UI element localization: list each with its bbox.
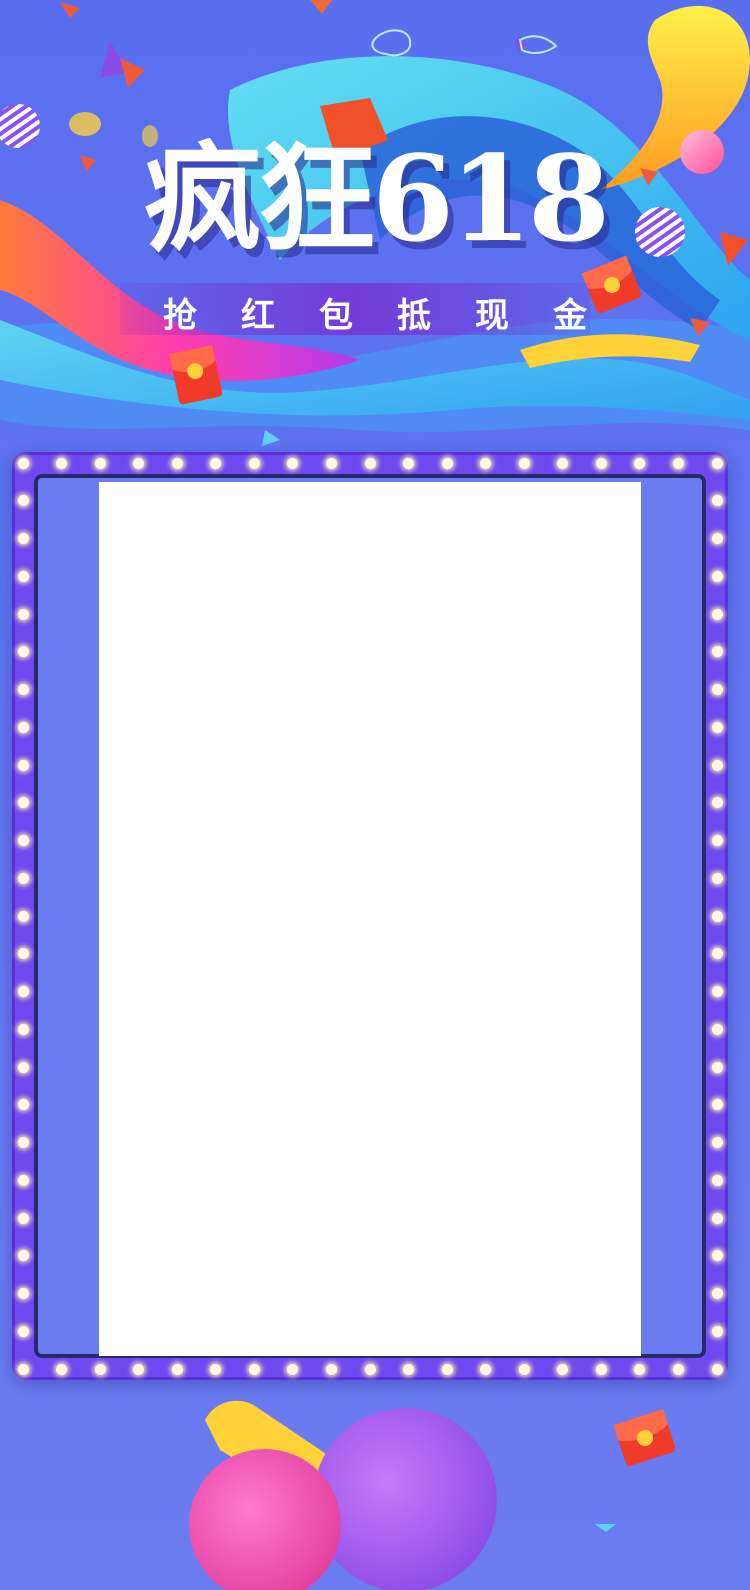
- marquee-bulb: [711, 1288, 723, 1299]
- marquee-bulb: [711, 872, 723, 884]
- marquee-bulb: [17, 533, 29, 544]
- marquee-bulb: [17, 1363, 29, 1375]
- marquee-bulb: [210, 457, 222, 469]
- marquee-bulb: [17, 835, 29, 846]
- marquee-bulb: [711, 570, 723, 582]
- marquee-bulb: [480, 1363, 492, 1375]
- marquee-bulb: [17, 759, 29, 771]
- marquee-bulb: [634, 457, 646, 469]
- marquee-bulb: [711, 1137, 723, 1148]
- marquee-bulb: [171, 1363, 183, 1375]
- marquee-bulb: [56, 1363, 68, 1375]
- marquee-bulb: [711, 646, 723, 658]
- marquee-bulb: [56, 457, 68, 469]
- marquee-bulb: [711, 533, 723, 544]
- marquee-bulb: [17, 495, 29, 507]
- marquee-bulb: [325, 457, 337, 469]
- marquee-bulb: [711, 1174, 723, 1186]
- marquee-bulb: [403, 1363, 415, 1375]
- marquee-bulb: [94, 457, 106, 469]
- marquee-bulb: [711, 910, 723, 922]
- marquee-bulb: [17, 1250, 29, 1262]
- marquee-bulb: [17, 1061, 29, 1073]
- marquee-bulb: [17, 986, 29, 997]
- marquee-bulb: [672, 1363, 684, 1375]
- marquee-bulb: [711, 835, 723, 846]
- marquee-bulb: [672, 457, 684, 469]
- marquee-bulb: [248, 1363, 260, 1375]
- marquee-bulb: [17, 910, 29, 922]
- marquee-bulb: [287, 457, 299, 469]
- marquee-bulb: [17, 1174, 29, 1186]
- marquee-bulb: [17, 1212, 29, 1224]
- marquee-bulb: [711, 1250, 723, 1262]
- marquee-bulb: [518, 457, 530, 469]
- marquee-bulb: [711, 1325, 723, 1337]
- marquee-bulb: [17, 684, 29, 695]
- page-subtitle: 抢红包抵现金: [163, 296, 631, 336]
- marquee-bulb: [557, 457, 569, 469]
- marquee-bulb: [711, 948, 723, 960]
- marquee-bulb: [325, 1363, 337, 1375]
- marquee-bulb: [711, 457, 723, 469]
- marquee-bulb: [248, 457, 260, 469]
- marquee-bulb: [133, 1363, 145, 1375]
- marquee-bulb: [711, 797, 723, 809]
- marquee-bulb: [711, 1099, 723, 1111]
- marquee-bulb: [17, 608, 29, 620]
- marquee-bulb: [17, 1137, 29, 1148]
- marquee-bulb: [711, 495, 723, 507]
- marquee-bulb: [711, 759, 723, 771]
- marquee-bulb: [17, 1288, 29, 1299]
- marquee-bulb: [17, 797, 29, 809]
- marquee-bulb: [17, 721, 29, 733]
- marquee-bulb: [711, 1061, 723, 1073]
- marquee-bulb: [17, 1325, 29, 1337]
- marquee-bulb: [711, 684, 723, 695]
- marquee-bulb: [94, 1363, 106, 1375]
- marquee-bulb: [287, 1363, 299, 1375]
- marquee-bulb: [711, 721, 723, 733]
- marquee-bulb: [711, 608, 723, 620]
- marquee-bulb: [17, 948, 29, 960]
- marquee-bulb: [403, 457, 415, 469]
- marquee-bulb: [711, 1023, 723, 1035]
- marquee-bulb: [441, 1363, 453, 1375]
- marquee-bulb: [711, 1212, 723, 1224]
- marquee-bulb: [133, 457, 145, 469]
- marquee-bulb: [518, 1363, 530, 1375]
- content-card: [99, 482, 641, 1356]
- marquee-bulb: [210, 1363, 222, 1375]
- marquee-bulb: [17, 872, 29, 884]
- marquee-bulb: [17, 1023, 29, 1035]
- page-title: 疯狂618: [143, 129, 610, 268]
- marquee-bulb: [17, 1099, 29, 1111]
- marquee-bulb: [441, 457, 453, 469]
- marquee-bulb: [557, 1363, 569, 1375]
- marquee-bulb: [480, 457, 492, 469]
- hero-banner: 疯狂618 抢红包抵现金: [0, 0, 750, 460]
- marquee-bulb: [711, 1363, 723, 1375]
- marquee-bulb: [17, 570, 29, 582]
- marquee-bulb: [634, 1363, 646, 1375]
- marquee-bulb: [364, 457, 376, 469]
- marquee-bulb: [711, 986, 723, 997]
- marquee-bulb: [595, 1363, 607, 1375]
- marquee-bulb: [171, 457, 183, 469]
- marquee-bulb: [364, 1363, 376, 1375]
- marquee-bulb: [595, 457, 607, 469]
- marquee-bulb: [17, 646, 29, 658]
- marquee-bulb: [17, 457, 29, 469]
